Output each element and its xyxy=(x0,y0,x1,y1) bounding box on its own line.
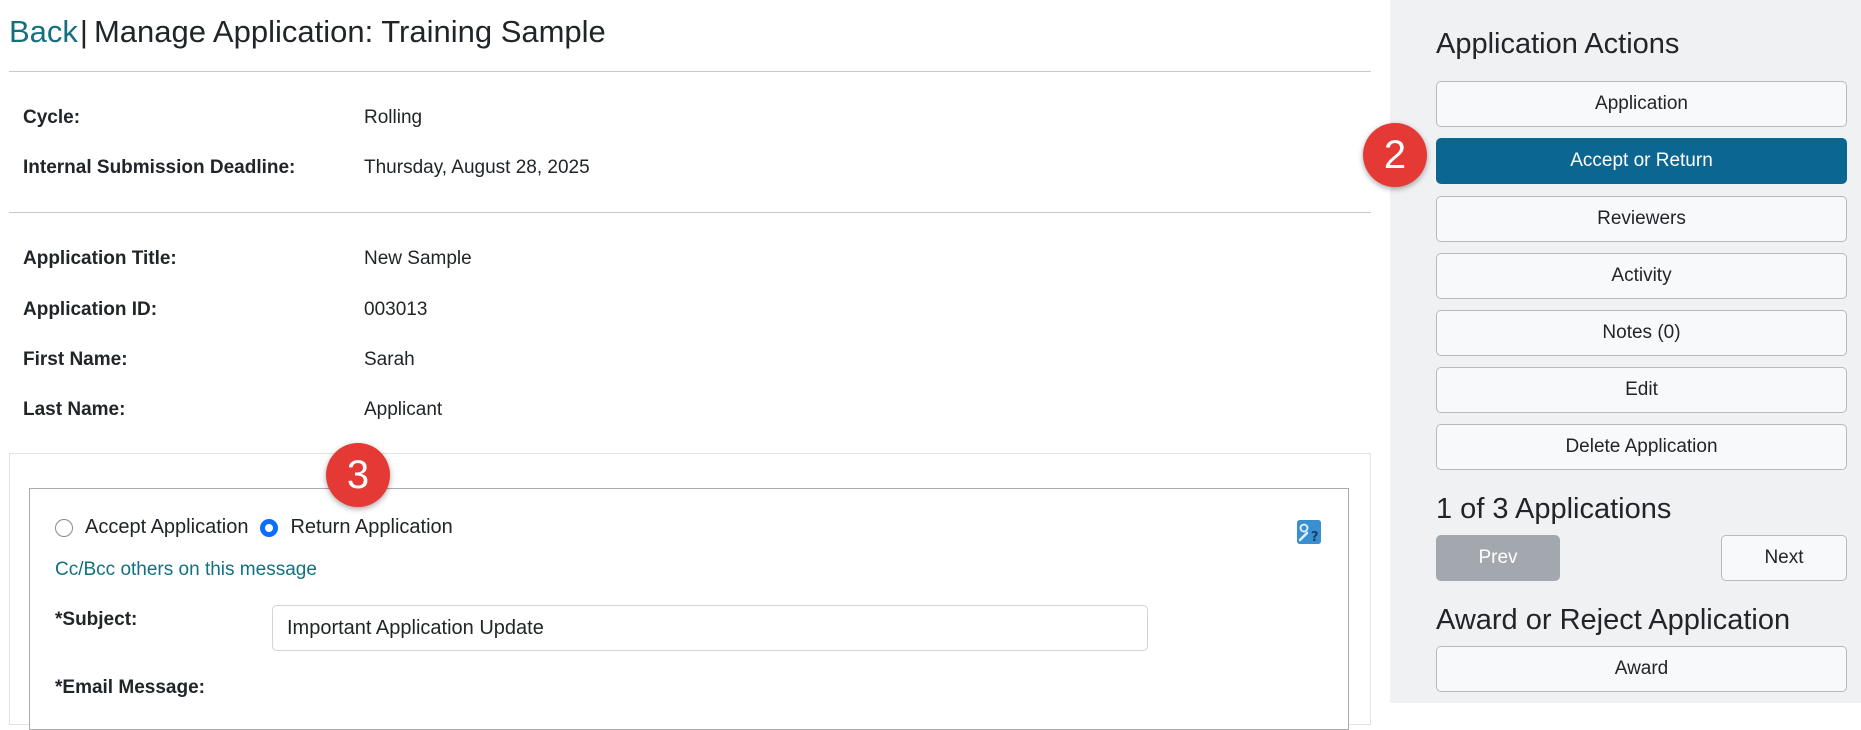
application-id-value: 003013 xyxy=(364,299,428,320)
divider xyxy=(9,212,1371,213)
return-application-radio[interactable] xyxy=(260,518,279,537)
page-title: Manage Application: Training Sample xyxy=(93,14,606,49)
notes-button[interactable]: Notes (0) xyxy=(1436,310,1847,356)
application-title-label: Application Title: xyxy=(23,248,177,269)
application-id-label: Application ID: xyxy=(23,299,158,320)
divider xyxy=(9,71,1371,72)
pager-heading: 1 of 3 Applications xyxy=(1436,493,1672,525)
cc-bcc-link[interactable]: Cc/Bcc others on this message xyxy=(55,559,317,581)
deadline-label: Internal Submission Deadline: xyxy=(23,157,296,178)
next-button[interactable]: Next xyxy=(1721,535,1847,581)
first-name-value: Sarah xyxy=(364,349,415,370)
last-name-value: Applicant xyxy=(364,399,443,420)
reviewers-button[interactable]: Reviewers xyxy=(1436,196,1847,242)
page-title-row: Back| Manage Application: Training Sample xyxy=(9,14,606,50)
title-separator: | xyxy=(79,14,88,49)
application-actions-heading: Application Actions xyxy=(1436,28,1680,60)
activity-button[interactable]: Activity xyxy=(1436,253,1847,299)
last-name-label: Last Name: xyxy=(23,399,126,420)
cycle-label: Cycle: xyxy=(23,107,81,128)
accept-or-return-button[interactable]: Accept or Return xyxy=(1436,138,1847,184)
cycle-value: Rolling xyxy=(364,107,423,128)
accept-application-label[interactable]: Accept Application xyxy=(85,516,248,539)
deadline-value: Thursday, August 28, 2025 xyxy=(364,157,590,178)
prev-button[interactable]: Prev xyxy=(1436,535,1560,581)
help-icon[interactable]: ? xyxy=(1297,520,1321,545)
decision-radio-group: Accept Application Return Application xyxy=(55,516,453,539)
application-button[interactable]: Application xyxy=(1436,81,1847,127)
svg-text:?: ? xyxy=(1311,530,1319,544)
email-message-label: *Email Message: xyxy=(55,677,205,698)
award-button[interactable]: Award xyxy=(1436,646,1847,692)
step-3-badge: 3 xyxy=(326,443,390,507)
return-application-label[interactable]: Return Application xyxy=(290,516,452,539)
back-link[interactable]: Back xyxy=(9,14,78,49)
edit-button[interactable]: Edit xyxy=(1436,367,1847,413)
accept-application-radio[interactable] xyxy=(55,518,73,537)
delete-application-button[interactable]: Delete Application xyxy=(1436,424,1847,470)
step-2-badge: 2 xyxy=(1363,123,1427,187)
subject-label: *Subject: xyxy=(55,609,138,630)
award-reject-heading: Award or Reject Application xyxy=(1436,604,1791,636)
application-title-value: New Sample xyxy=(364,248,472,269)
first-name-label: First Name: xyxy=(23,349,128,370)
subject-input[interactable] xyxy=(272,605,1148,651)
